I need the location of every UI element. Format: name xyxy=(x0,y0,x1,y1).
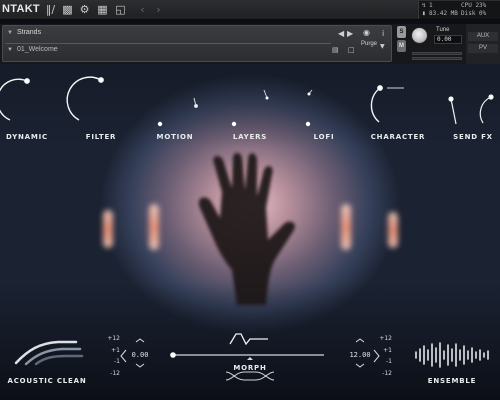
dynamic-handle xyxy=(24,78,30,84)
lofi-knob xyxy=(305,89,313,127)
step-minus1[interactable]: -1 xyxy=(104,356,120,368)
right-down-chevron-icon xyxy=(355,363,365,368)
send-fx-arc xyxy=(450,98,457,125)
wave-stroke xyxy=(34,354,84,366)
dynamic-label: DYNAMIC xyxy=(6,133,48,141)
motion-handle xyxy=(157,121,163,127)
character-handle xyxy=(377,85,383,91)
dynamic-arc xyxy=(0,78,28,121)
character-knob xyxy=(370,85,404,123)
right-up-chevron-icon xyxy=(355,338,365,343)
send-fx-handle xyxy=(448,96,454,102)
right-semitone-steps[interactable]: +12 +1 -1 -12 xyxy=(376,333,392,379)
filter-arc xyxy=(66,76,102,121)
character-label: CHARACTER xyxy=(370,133,426,141)
layers-tick-handle xyxy=(265,96,269,100)
filter-label: FILTER xyxy=(85,133,117,141)
send-fx-arc-2 xyxy=(479,96,492,124)
left-semitone-steps[interactable]: +12 +1 -1 -12 xyxy=(104,333,120,379)
dynamic-knob xyxy=(0,78,30,121)
filter-handle xyxy=(98,77,104,83)
step-minus12[interactable]: -12 xyxy=(104,368,120,380)
left-pitch-value[interactable]: 0.00 xyxy=(132,351,149,359)
step-minus1[interactable]: -1 xyxy=(376,356,392,368)
motion-knob xyxy=(157,121,163,127)
left-up-chevron-icon xyxy=(135,338,145,343)
hand-silhouette xyxy=(198,152,295,305)
step-plus1[interactable]: +1 xyxy=(104,345,120,357)
kontakt-window: NTAKT ‖∕ ▩ ⚙ ▦ ◱ ‹ › ↯ 1 ▮ 83.42 MB CPU … xyxy=(0,0,500,400)
ensemble-waveform xyxy=(415,342,489,368)
layers-handle xyxy=(231,121,237,127)
acoustic-clean-label: ACOUSTIC CLEAN xyxy=(7,377,87,385)
lofi-handle xyxy=(305,121,311,127)
hand-shape xyxy=(198,152,295,305)
ensemble-label: ENSEMBLE xyxy=(427,377,477,385)
acoustic-wave-logo xyxy=(14,340,84,366)
step-minus12[interactable]: -12 xyxy=(376,368,392,380)
morph-slider-handle xyxy=(170,352,176,358)
send-fx-knob xyxy=(448,94,494,125)
left-bracket-icon xyxy=(120,349,127,363)
morph-marker-icon xyxy=(247,357,253,360)
right-pitch-value[interactable]: 12.00 xyxy=(349,351,370,359)
morph-crossfade-icon xyxy=(225,371,275,381)
step-plus1[interactable]: +1 xyxy=(376,345,392,357)
motion-knob-2 xyxy=(193,97,198,108)
morph-label: MORPH xyxy=(233,364,267,372)
layers-knob xyxy=(231,89,269,127)
send-fx-label: SEND FX xyxy=(453,133,493,141)
step-plus12[interactable]: +12 xyxy=(104,333,120,345)
motion-label: MOTION xyxy=(156,133,194,141)
lofi-label: LOFI xyxy=(313,133,335,141)
layers-label: LAYERS xyxy=(232,133,268,141)
lofi-tick-handle xyxy=(307,92,311,96)
controls-overlay xyxy=(0,76,494,381)
step-plus12[interactable]: +12 xyxy=(376,333,392,345)
send-fx-handle-2 xyxy=(488,94,494,100)
morph-envelope-icon xyxy=(229,333,268,346)
motion-tick-handle xyxy=(194,104,198,108)
left-down-chevron-icon xyxy=(135,363,145,368)
filter-knob xyxy=(66,76,104,121)
character-arc xyxy=(370,87,381,123)
